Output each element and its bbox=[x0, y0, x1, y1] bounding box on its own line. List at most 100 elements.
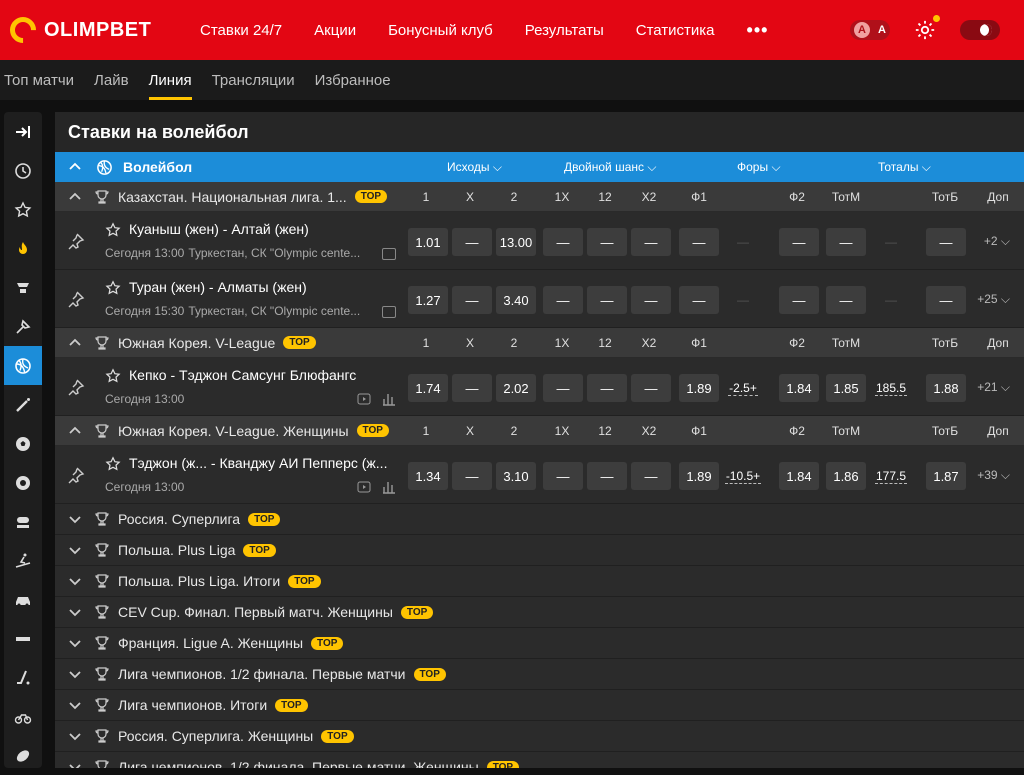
odd-button[interactable]: 1.84 bbox=[779, 374, 819, 402]
odd-button[interactable]: — bbox=[723, 286, 763, 314]
odd-button[interactable]: 3.40 bbox=[496, 286, 536, 314]
odd-button[interactable]: 1.74 bbox=[408, 374, 448, 402]
match-teams[interactable]: Тэджон (ж... - Кванджу АИ Пепперс (ж... bbox=[129, 455, 387, 471]
odd-button[interactable]: — bbox=[543, 286, 583, 314]
sidebar-collapse-button[interactable] bbox=[4, 112, 42, 151]
match-teams[interactable]: Туран (жен) - Алматы (жен) bbox=[129, 279, 307, 295]
sidebar-item-boxing[interactable] bbox=[4, 502, 42, 541]
total-line[interactable]: 185.5 bbox=[871, 374, 911, 402]
odd-button[interactable]: — bbox=[631, 228, 671, 256]
odd-button[interactable]: — bbox=[452, 286, 492, 314]
odd-button[interactable]: — bbox=[543, 462, 583, 490]
tab-live[interactable]: Лайв bbox=[94, 60, 129, 100]
odd-button[interactable]: — bbox=[631, 286, 671, 314]
pin-icon[interactable] bbox=[67, 232, 85, 250]
tab-line[interactable]: Линия bbox=[148, 60, 192, 100]
odd-button[interactable]: — bbox=[452, 462, 492, 490]
league-collapsed-row[interactable]: Лига чемпионов. 1/2 финала. Первые матчи… bbox=[55, 659, 1024, 690]
league-collapsed-row[interactable]: Польша. Plus Liga. Итоги TOP bbox=[55, 566, 1024, 597]
sidebar-item-cycling[interactable] bbox=[4, 697, 42, 736]
sidebar-item-badminton[interactable] bbox=[4, 307, 42, 346]
video-icon[interactable] bbox=[382, 306, 396, 318]
odd-button[interactable]: — bbox=[587, 286, 627, 314]
chevron-down-icon[interactable] bbox=[68, 605, 82, 619]
chevron-down-icon[interactable] bbox=[68, 698, 82, 712]
sidebar-item-billiards[interactable] bbox=[4, 463, 42, 502]
chevron-down-icon[interactable] bbox=[68, 729, 82, 743]
logo[interactable]: OLIMPBET bbox=[4, 11, 200, 49]
chevron-down-icon[interactable] bbox=[68, 760, 82, 768]
odd-button[interactable]: — bbox=[631, 462, 671, 490]
market-outcomes-dropdown[interactable]: Исходы ⌵ bbox=[447, 160, 502, 175]
sidebar-item-skiing[interactable] bbox=[4, 541, 42, 580]
chevron-up-icon[interactable] bbox=[68, 190, 82, 204]
odd-button[interactable]: — bbox=[452, 228, 492, 256]
video-icon[interactable] bbox=[357, 480, 371, 494]
odd-button[interactable]: 1.85 bbox=[826, 374, 866, 402]
more-markets-button[interactable]: +21 ⌵ bbox=[977, 380, 1010, 395]
league-collapsed-row[interactable]: Россия. Суперлига. Женщины TOP bbox=[55, 721, 1024, 752]
odd-button[interactable]: 1.89 bbox=[679, 462, 719, 490]
odd-button[interactable]: — bbox=[679, 228, 719, 256]
odd-button[interactable]: 3.10 bbox=[496, 462, 536, 490]
sidebar-item-soccer[interactable] bbox=[4, 424, 42, 463]
pin-icon[interactable] bbox=[67, 290, 85, 308]
odd-button[interactable]: — bbox=[587, 462, 627, 490]
league-header[interactable]: Южная Корея. V-League TOP 1 X 2 1X 12 X2 Ф1 Ф2 Тот… bbox=[55, 328, 1024, 358]
league-header[interactable]: Южная Корея. V-League. Женщины TOP 1 X 2 1X 12… bbox=[55, 416, 1024, 446]
star-icon[interactable] bbox=[105, 280, 121, 296]
handicap-line[interactable]: -2.5+ bbox=[723, 374, 763, 402]
sport-header[interactable]: Волейбол Исходы ⌵ Двойной шанс ⌵ Форы ⌵ … bbox=[55, 152, 1024, 182]
video-icon[interactable] bbox=[357, 392, 371, 406]
odd-button[interactable]: 1.27 bbox=[408, 286, 448, 314]
handicap-line[interactable]: -10.5+ bbox=[723, 462, 763, 490]
odd-button[interactable]: — bbox=[826, 286, 866, 314]
market-totals-dropdown[interactable]: Тоталы ⌵ bbox=[878, 160, 931, 175]
match-teams[interactable]: Куаныш (жен) - Алтай (жен) bbox=[129, 221, 309, 237]
star-icon[interactable] bbox=[105, 222, 121, 238]
stats-icon[interactable] bbox=[382, 480, 396, 494]
nav-item-results[interactable]: Результаты bbox=[525, 22, 604, 39]
nav-item-bonus-club[interactable]: Бонусный клуб bbox=[388, 22, 493, 39]
match-teams[interactable]: Кепко - Тэджон Самсунг Блюфангс bbox=[129, 367, 356, 383]
odd-button[interactable]: 1.88 bbox=[926, 374, 966, 402]
pin-icon[interactable] bbox=[67, 466, 85, 484]
chevron-up-icon[interactable] bbox=[68, 160, 82, 174]
video-icon[interactable] bbox=[382, 248, 396, 260]
nav-item-bets-24-7[interactable]: Ставки 24/7 bbox=[200, 22, 282, 39]
odd-button[interactable]: — bbox=[779, 286, 819, 314]
sidebar-item-soon[interactable] bbox=[4, 151, 42, 190]
odd-button[interactable]: 13.00 bbox=[496, 228, 536, 256]
sidebar-item-top[interactable] bbox=[4, 268, 42, 307]
odd-button[interactable]: 1.34 bbox=[408, 462, 448, 490]
odd-button[interactable]: — bbox=[926, 228, 966, 256]
tab-favorites[interactable]: Избранное bbox=[315, 60, 391, 100]
chevron-up-icon[interactable] bbox=[68, 336, 82, 350]
more-markets-button[interactable]: +39 ⌵ bbox=[977, 468, 1010, 483]
chevron-down-icon[interactable] bbox=[68, 636, 82, 650]
nav-more-button[interactable]: ••• bbox=[747, 20, 769, 41]
chevron-down-icon[interactable] bbox=[68, 512, 82, 526]
sidebar-item-hockey[interactable] bbox=[4, 658, 42, 697]
nav-item-promotions[interactable]: Акции bbox=[314, 22, 356, 39]
odd-button[interactable]: — bbox=[871, 286, 911, 314]
odd-button[interactable]: — bbox=[631, 374, 671, 402]
league-collapsed-row[interactable]: Россия. Суперлига TOP bbox=[55, 504, 1024, 535]
odd-button[interactable]: — bbox=[587, 228, 627, 256]
odd-button[interactable]: 1.89 bbox=[679, 374, 719, 402]
odd-button[interactable]: 1.87 bbox=[926, 462, 966, 490]
sidebar-item-table-tennis[interactable] bbox=[4, 619, 42, 658]
odd-button[interactable]: — bbox=[543, 228, 583, 256]
nav-item-statistics[interactable]: Статистика bbox=[636, 22, 715, 39]
star-icon[interactable] bbox=[105, 456, 121, 472]
league-collapsed-row[interactable]: CEV Cup. Финал. Первый матч. Женщины TOP bbox=[55, 597, 1024, 628]
stats-icon[interactable] bbox=[382, 392, 396, 406]
sidebar-item-favorites[interactable] bbox=[4, 190, 42, 229]
league-collapsed-row[interactable]: Лига чемпионов. 1/2 финала. Первые матчи… bbox=[55, 752, 1024, 768]
league-collapsed-row[interactable]: Лига чемпионов. Итоги TOP bbox=[55, 690, 1024, 721]
market-double-chance-dropdown[interactable]: Двойной шанс ⌵ bbox=[564, 160, 656, 175]
more-markets-button[interactable]: +2 ⌵ bbox=[984, 234, 1010, 249]
theme-toggle[interactable] bbox=[960, 20, 1000, 40]
odd-button[interactable]: — bbox=[826, 228, 866, 256]
tab-top-matches[interactable]: Топ матчи bbox=[4, 60, 74, 100]
